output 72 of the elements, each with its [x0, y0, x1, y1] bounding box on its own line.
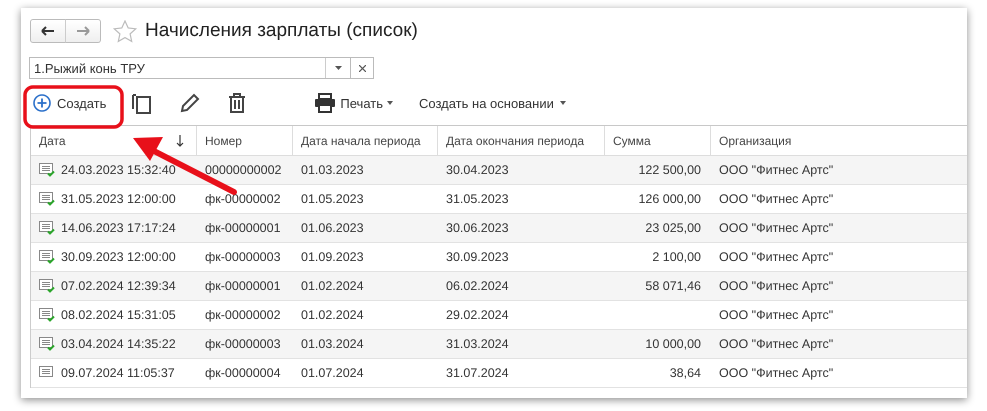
table-cell: 23 025,00 — [645, 221, 701, 235]
pencil-icon[interactable] — [180, 93, 200, 113]
table-cell: 30.09.2023 12:00:00 — [61, 250, 176, 264]
table-cell: фк-00000003 — [205, 250, 281, 264]
table-cell: 01.03.2023 — [301, 163, 364, 177]
table-cell: 126 000,00 — [638, 192, 701, 206]
table-cell: 14.06.2023 17:17:24 — [61, 221, 176, 235]
left-arrow-icon — [41, 26, 55, 36]
table-cell: фк-00000003 — [205, 337, 281, 351]
caret-icon — [387, 101, 393, 105]
table-cell: 09.07.2024 11:05:37 — [61, 366, 175, 380]
table-cell: 01.03.2024 — [301, 337, 364, 351]
table-cell: ООО "Фитнес Артс" — [719, 192, 834, 206]
trash-icon[interactable] — [228, 93, 246, 113]
table-cell: ООО "Фитнес Артс" — [719, 279, 834, 293]
clear-button[interactable] — [351, 57, 374, 79]
table-cell: 01.09.2023 — [301, 250, 364, 264]
table-cell: 122 500,00 — [638, 163, 701, 177]
table-cell: 01.07.2024 — [301, 366, 364, 380]
table-cell: 06.02.2024 — [446, 279, 509, 293]
table-cell: ООО "Фитнес Артс" — [719, 337, 834, 351]
column-header[interactable]: Дата начала периода — [293, 126, 438, 155]
table-cell: 07.02.2024 12:39:34 — [61, 279, 176, 293]
right-arrow-icon — [76, 26, 90, 36]
table-cell: 30.06.2023 — [446, 221, 509, 235]
printer-icon — [314, 93, 336, 113]
table-cell: 01.05.2023 — [301, 192, 364, 206]
back-button[interactable] — [30, 19, 66, 43]
table-cell: ООО "Фитнес Артс" — [719, 366, 834, 380]
table-cell: фк-00000004 — [205, 366, 281, 380]
table-cell: 01.06.2023 — [301, 221, 364, 235]
table-cell: 10 000,00 — [645, 337, 701, 351]
column-header[interactable]: Организация — [711, 126, 967, 155]
table-cell: 00000000002 — [205, 163, 282, 177]
create-button[interactable]: Создать — [33, 94, 106, 112]
dropdown-icon[interactable] — [334, 66, 342, 70]
table-cell: 30.09.2023 — [446, 250, 509, 264]
column-header[interactable]: Номер — [197, 126, 293, 155]
window-title: Начисления зарплаты (список) — [145, 20, 418, 42]
table-cell: 01.02.2024 — [301, 308, 364, 322]
column-header[interactable]: Дата окончания периода — [438, 126, 605, 155]
table-cell: ООО "Фитнес Артс" — [719, 250, 834, 264]
sort-arrow-icon — [176, 134, 184, 146]
table-cell: ООО "Фитнес Артс" — [719, 163, 834, 177]
table-cell: 03.04.2024 14:35:22 — [61, 337, 176, 351]
organization-field[interactable]: 1.Рыжий конь ТРУ — [29, 57, 351, 79]
table-cell: фк-00000001 — [205, 221, 281, 235]
copy-icon[interactable] — [132, 92, 152, 114]
star-icon[interactable] — [113, 20, 137, 42]
table-cell: фк-00000002 — [205, 192, 281, 206]
close-icon — [358, 64, 366, 72]
table-cell: 38,64 — [670, 366, 701, 380]
table-cell: 58 071,46 — [645, 279, 701, 293]
table-cell: ООО "Фитнес Артс" — [719, 221, 834, 235]
table-cell: 29.02.2024 — [446, 308, 509, 322]
table-cell: 08.02.2024 15:31:05 — [61, 308, 176, 322]
table-cell: 31.05.2023 12:00:00 — [61, 192, 176, 206]
print-button[interactable]: Печать — [314, 93, 393, 113]
table-cell: фк-00000001 — [205, 279, 281, 293]
caret-icon — [560, 101, 566, 105]
plus-circle-icon — [33, 94, 51, 112]
create-based-on-button[interactable]: Создать на основании — [419, 96, 566, 110]
table-cell: 30.04.2023 — [446, 163, 509, 177]
table-cell: 31.03.2024 — [446, 337, 509, 351]
table-cell: 31.05.2023 — [446, 192, 509, 206]
table-cell: ООО "Фитнес Артс" — [719, 308, 834, 322]
table-cell: 31.07.2024 — [446, 366, 509, 380]
table-cell: фк-00000002 — [205, 308, 281, 322]
table-cell: 2 100,00 — [652, 250, 701, 264]
table-cell: 24.03.2023 15:32:40 — [61, 163, 176, 177]
table-cell: 01.02.2024 — [301, 279, 364, 293]
column-header[interactable]: Сумма — [605, 126, 711, 155]
